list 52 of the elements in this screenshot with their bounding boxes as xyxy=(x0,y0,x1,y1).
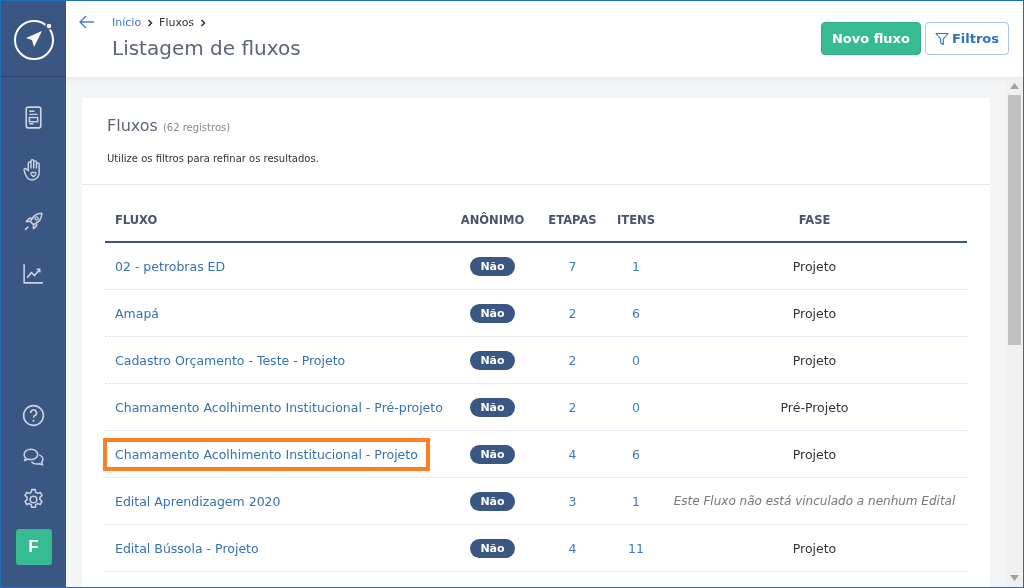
flow-link[interactable]: Chamamento Acolhimento Institucional - Pré-projeto xyxy=(115,394,451,420)
items-count[interactable]: 0 xyxy=(632,399,640,415)
flow-link[interactable]: Edital Aprendizagem 2020 xyxy=(115,488,289,514)
hint-text: Utilize os filtros para refinar os resultados. xyxy=(107,153,320,164)
phase-text: Projeto xyxy=(792,258,837,274)
column-header: ETAPAS xyxy=(548,213,597,227)
flow-link[interactable]: 02 - petrobras ED xyxy=(115,253,234,279)
phase-text: Projeto xyxy=(792,446,837,462)
steps-count[interactable]: 2 xyxy=(568,399,577,415)
items-count[interactable]: 1 xyxy=(632,493,640,509)
steps-count[interactable]: 2 xyxy=(568,352,577,368)
column-header: FASE xyxy=(798,213,831,227)
flow-link[interactable]: Edital Bússola - Projeto xyxy=(115,535,267,561)
anonymous-badge: Não xyxy=(470,491,515,511)
phase-text: Projeto xyxy=(792,305,837,321)
breadcrumb-current: Fluxos xyxy=(159,16,195,29)
flow-link[interactable]: Cadastro Orçamento - Teste - Projeto xyxy=(115,347,354,373)
breadcrumb-link[interactable]: Início xyxy=(112,16,142,29)
items-count[interactable]: 0 xyxy=(632,352,640,368)
column-header: ANÔNIMO xyxy=(460,213,525,227)
steps-count[interactable]: 7 xyxy=(568,258,577,274)
user-avatar[interactable]: F xyxy=(15,529,52,565)
items-count[interactable]: 6 xyxy=(632,305,640,321)
items-count[interactable]: 11 xyxy=(628,540,644,556)
new-flow-button[interactable]: Novo fluxo xyxy=(820,22,921,55)
anonymous-badge: Não xyxy=(470,397,515,417)
filter-button[interactable]: Filtros xyxy=(924,22,1009,55)
steps-count[interactable]: 4 xyxy=(568,446,577,462)
column-header: ITENS xyxy=(617,213,655,227)
card-title: Fluxos xyxy=(107,116,158,135)
steps-count[interactable]: 3 xyxy=(568,493,577,509)
anonymous-badge: Não xyxy=(470,350,515,370)
anonymous-badge: Não xyxy=(470,538,515,558)
phase-text: Projeto xyxy=(792,352,837,368)
filter-icon xyxy=(934,31,949,46)
phase-note: Este Fluxo não está vinculado a nenhum Edital xyxy=(673,494,956,508)
record-count: (62 registros) xyxy=(162,122,231,133)
flow-link[interactable]: Amapá xyxy=(115,300,167,326)
anonymous-badge: Não xyxy=(470,303,515,323)
column-header: FLUXO xyxy=(115,213,158,227)
page-title: Listagem de fluxos xyxy=(112,36,301,60)
items-count[interactable]: 1 xyxy=(632,258,640,274)
anonymous-badge: Não xyxy=(470,256,515,276)
steps-count[interactable]: 2 xyxy=(568,305,577,321)
steps-count[interactable]: 4 xyxy=(568,540,577,556)
chevron-icon xyxy=(200,18,207,27)
items-count[interactable]: 6 xyxy=(632,446,640,462)
anonymous-badge: Não xyxy=(470,444,515,464)
phase-text: Pré-Projeto xyxy=(780,399,849,415)
phase-text: Projeto xyxy=(792,540,837,556)
back-arrow-icon[interactable] xyxy=(78,13,96,31)
chevron-icon xyxy=(147,18,154,27)
